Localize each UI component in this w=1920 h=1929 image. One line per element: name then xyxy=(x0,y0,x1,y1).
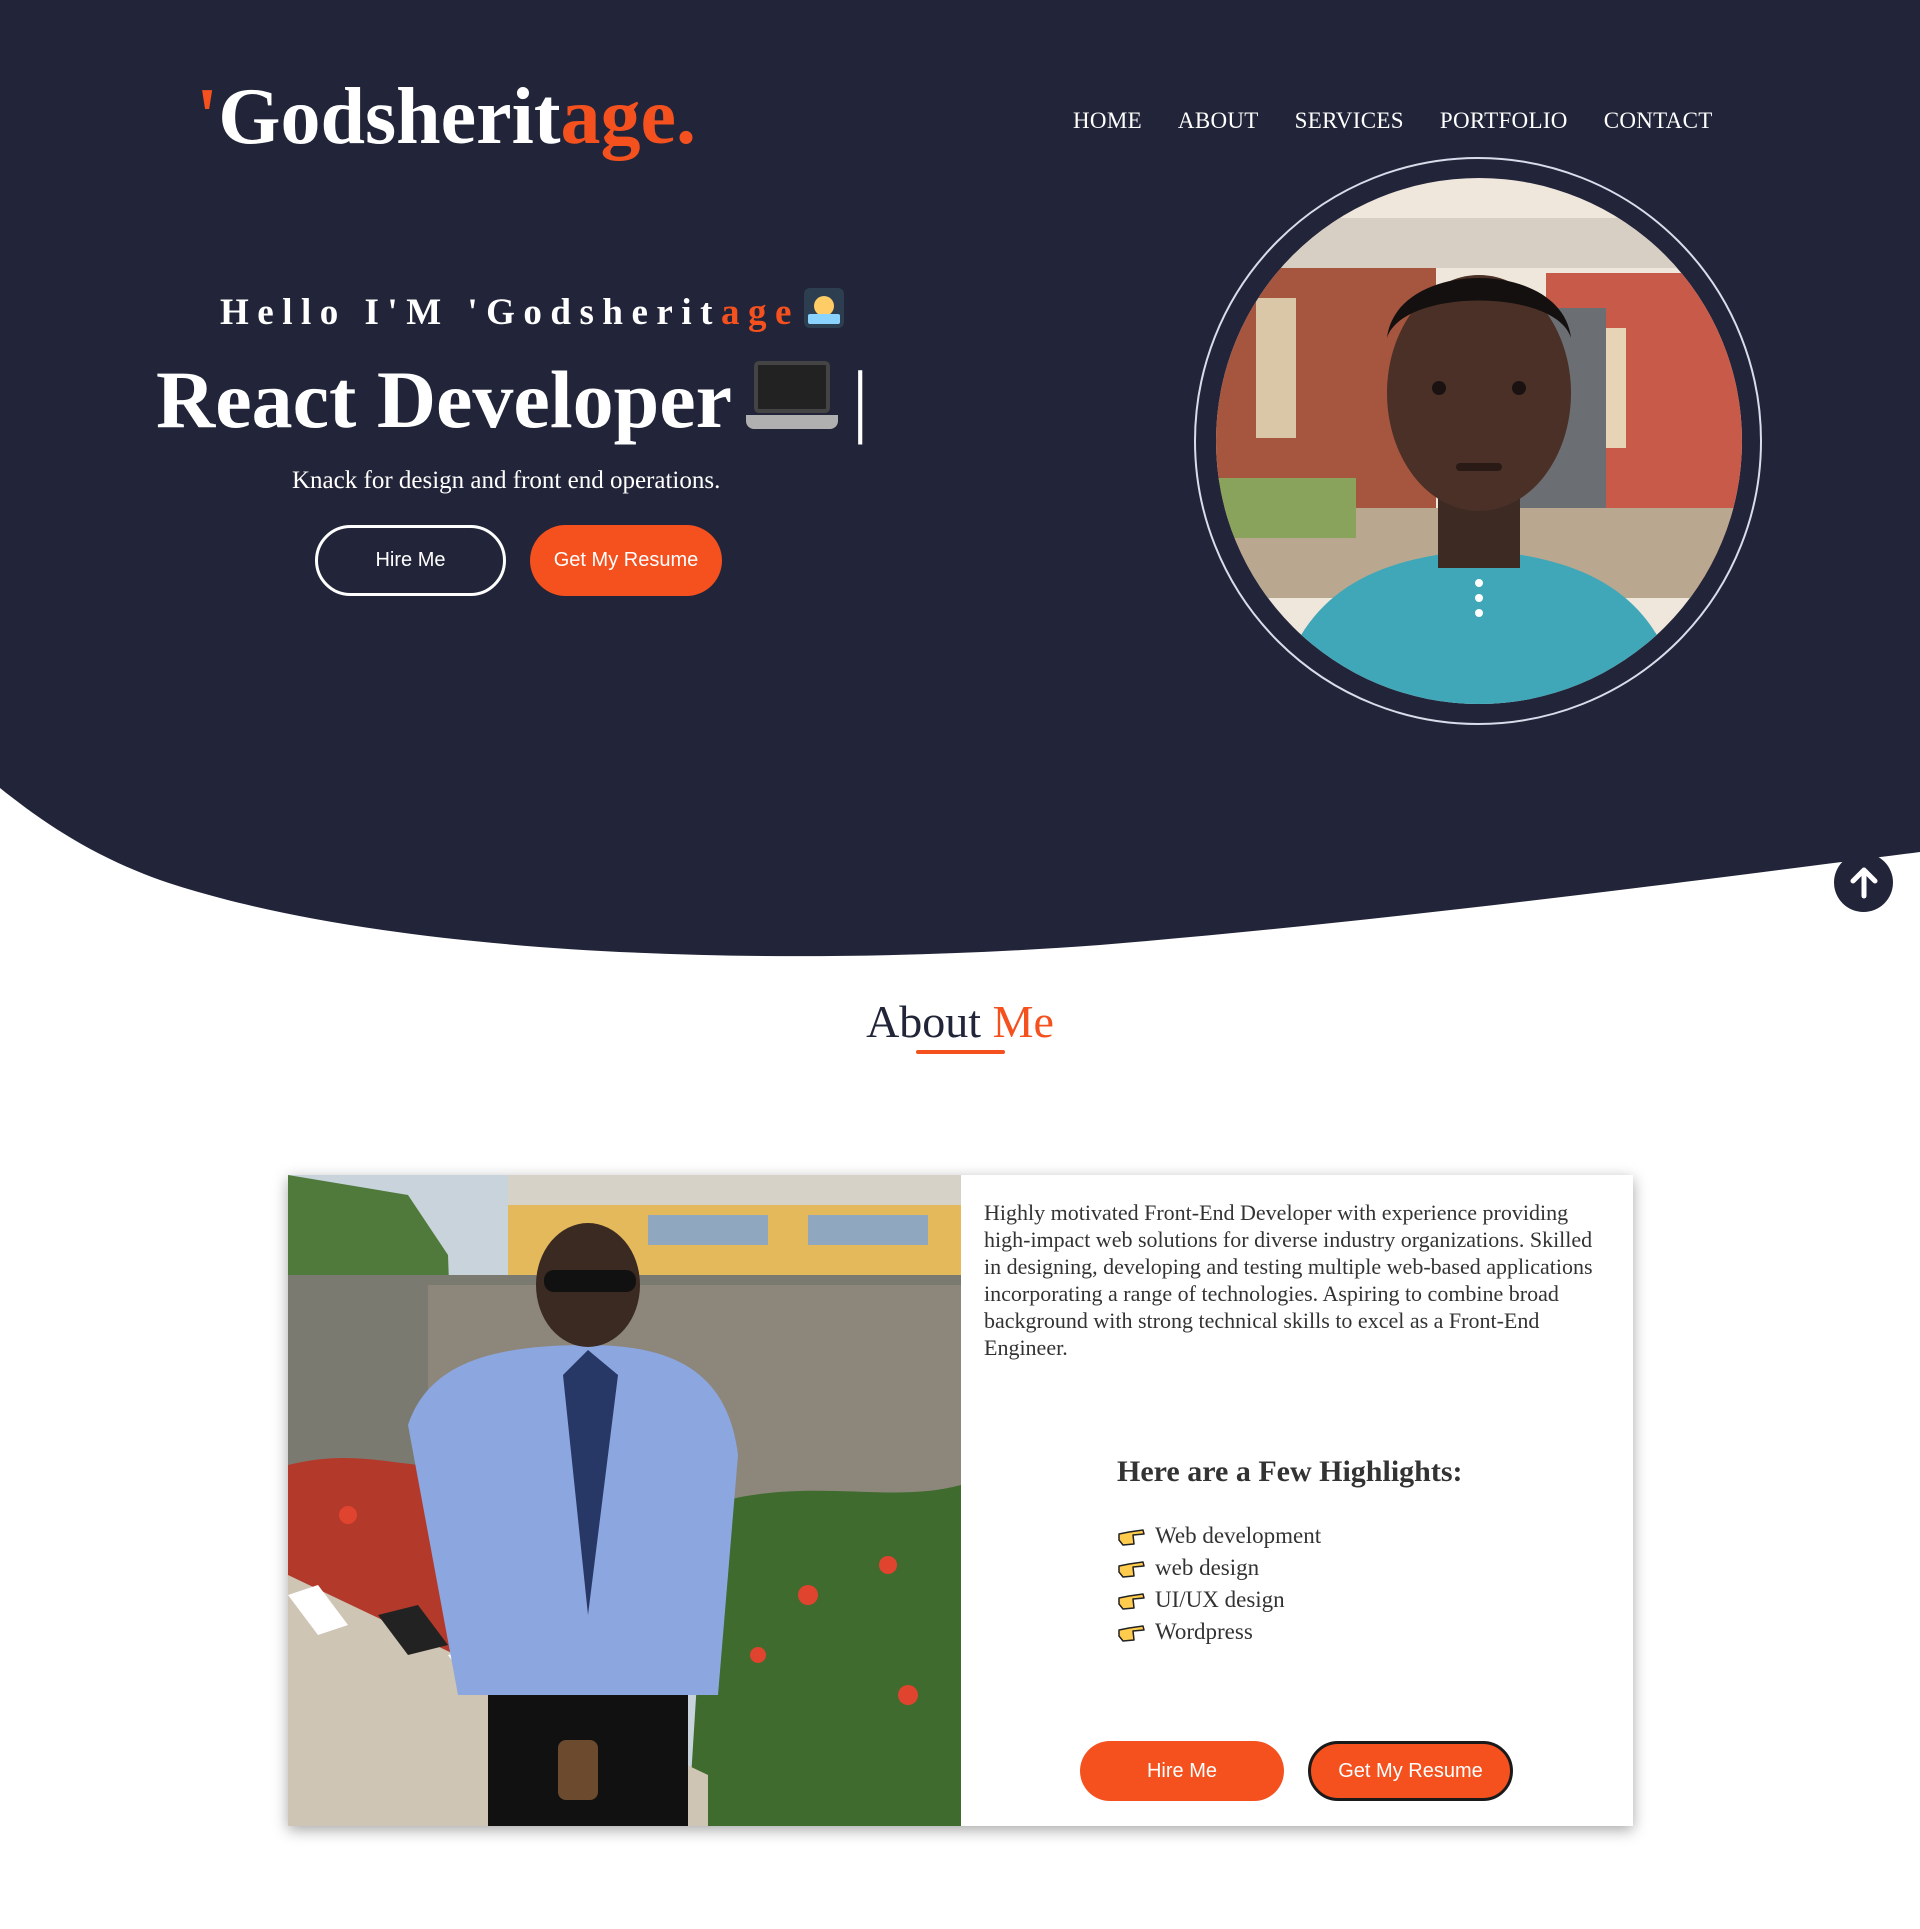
highlight-label: Web development xyxy=(1155,1523,1322,1548)
about-title-accent: Me xyxy=(992,996,1054,1047)
highlight-label: Wordpress xyxy=(1155,1619,1253,1644)
greeting-name: 'Godsherit xyxy=(467,292,721,333)
nav-home[interactable]: HOME xyxy=(1073,108,1142,134)
list-item: UI/UX design xyxy=(1117,1584,1321,1616)
typing-cursor: | xyxy=(852,354,869,445)
about-title-underline xyxy=(916,1050,1005,1054)
about-title-main: About xyxy=(866,996,993,1047)
logo-main-text: Godsherit xyxy=(218,73,561,161)
nav-services[interactable]: SERVICES xyxy=(1295,108,1404,134)
highlights-list: Web development web design UI/UX design … xyxy=(1117,1520,1321,1648)
hero-greeting: Hello I'M 'Godsheritage xyxy=(220,288,844,334)
highlight-label: web design xyxy=(1155,1555,1260,1580)
nav-about[interactable]: ABOUT xyxy=(1178,108,1259,134)
greeting-name-accent: age xyxy=(720,292,800,333)
nav-contact[interactable]: CONTACT xyxy=(1604,108,1713,134)
scroll-to-top-button[interactable] xyxy=(1834,853,1893,912)
arrow-up-icon xyxy=(1850,867,1877,898)
greeting-prefix: Hello I'M xyxy=(220,292,468,333)
logo-apostrophe: ' xyxy=(196,73,219,161)
hero-tagline: Knack for design and front end operation… xyxy=(292,467,721,494)
role-text: React Developer xyxy=(156,354,733,445)
pointing-hand-icon xyxy=(1118,1593,1145,1610)
about-section-title: About Me xyxy=(0,994,1920,1050)
pointing-hand-icon xyxy=(1118,1625,1145,1642)
highlights-title: Here are a Few Highlights: xyxy=(1117,1455,1463,1488)
hero-hire-button[interactable]: Hire Me xyxy=(315,525,506,596)
logo-accent-text: age. xyxy=(560,73,696,161)
profile-portrait xyxy=(1216,178,1742,704)
list-item: Web development xyxy=(1117,1520,1321,1552)
technologist-emoji-icon xyxy=(803,288,844,328)
about-card: Highly motivated Front-End Developer wit… xyxy=(288,1175,1633,1826)
about-bio: Highly motivated Front-End Developer wit… xyxy=(984,1200,1593,1360)
pointing-hand-icon xyxy=(1118,1529,1145,1546)
nav-portfolio[interactable]: PORTFOLIO xyxy=(1440,108,1568,134)
laptop-emoji-icon xyxy=(746,361,839,433)
about-resume-button[interactable]: Get My Resume xyxy=(1308,1741,1513,1801)
hero-resume-button[interactable]: Get My Resume xyxy=(530,525,722,596)
pointing-hand-icon xyxy=(1118,1561,1145,1578)
about-hire-button[interactable]: Hire Me xyxy=(1080,1741,1284,1801)
highlight-label: UI/UX design xyxy=(1155,1587,1285,1612)
main-nav: HOME ABOUT SERVICES PORTFOLIO CONTACT xyxy=(1073,108,1713,134)
brand-logo[interactable]: 'Godsheritage. xyxy=(196,72,696,162)
hero-role: React Developer | xyxy=(156,352,868,448)
list-item: web design xyxy=(1117,1552,1321,1584)
about-photo xyxy=(288,1175,961,1826)
list-item: Wordpress xyxy=(1117,1616,1321,1648)
